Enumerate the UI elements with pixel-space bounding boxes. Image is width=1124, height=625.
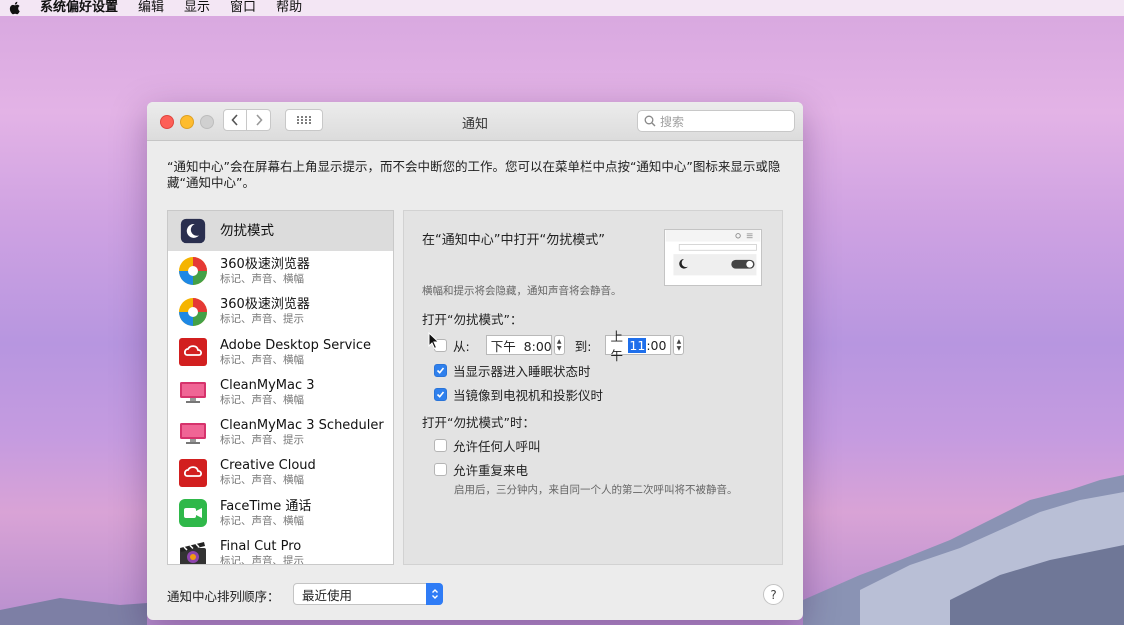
menu-bar: 系统偏好设置 编辑 显示 窗口 帮助 [0, 0, 1124, 16]
list-item[interactable]: CleanMyMac 3 标记、声音、横幅 [168, 372, 393, 412]
to-label: 到: [574, 338, 592, 354]
menu-item-help[interactable]: 帮助 [276, 0, 302, 16]
app-name: FaceTime 通话 [220, 498, 312, 514]
schedule-heading: 打开“勿扰模式”： [422, 312, 523, 327]
app-name: CleanMyMac 3 Scheduler [220, 418, 384, 434]
from-time-field[interactable]: 下午 8:00 [485, 335, 552, 355]
when-on-heading: 打开“勿扰模式”时： [422, 415, 535, 430]
repeat-calls-label: 允许重复来电 [453, 463, 529, 478]
search-icon [644, 115, 656, 127]
browser-360-icon [179, 257, 207, 286]
to-time-minutes: :00 [646, 337, 667, 353]
app-alert-types: 标记、声音、横幅 [220, 393, 304, 406]
allow-calls-label: 允许任何人呼叫 [453, 439, 541, 454]
apple-icon[interactable] [8, 1, 22, 15]
menu-item-system-preferences[interactable]: 系统偏好设置 [40, 0, 118, 16]
app-alert-types: 标记、声音、提示 [220, 555, 304, 565]
list-item-do-not-disturb[interactable]: 勿扰模式 [168, 211, 393, 252]
sleep-row: 当显示器进入睡眠状态时 [434, 361, 591, 380]
adobe-cc-icon [179, 338, 207, 367]
list-item[interactable]: Final Cut Pro 标记、声音、提示 [168, 533, 393, 565]
app-alert-types: 标记、声音、横幅 [220, 474, 304, 487]
repeat-calls-note: 启用后，三分钟内，来自同一个人的第二次呼叫将不被静音。 [454, 484, 738, 496]
select-arrows-icon [426, 583, 443, 605]
notification-center-preview [664, 229, 762, 286]
moon-icon [180, 219, 206, 244]
notifications-window: 通知 搜索 “通知中心”会在屏幕右上角显示提示，而不会中断您的工作。您可以在菜单… [147, 102, 803, 620]
final-cut-icon [180, 541, 206, 564]
app-name: 360极速浏览器 [220, 297, 310, 313]
app-name: Creative Cloud [220, 458, 316, 474]
description-text: “通知中心”会在屏幕右上角显示提示，而不会中断您的工作。您可以在菜单栏中点按“通… [167, 159, 781, 190]
app-name: Final Cut Pro [220, 539, 302, 555]
schedule-row: 从: 下午 8:00 ▲ ▼ 到: 上午 11:00 ▲ ▼ [434, 329, 685, 363]
browser-360-icon [179, 297, 207, 326]
allow-calls-checkbox[interactable] [434, 439, 447, 452]
checkmark-icon [436, 391, 445, 398]
mirror-label: 当镜像到电视机和投影仪时 [453, 388, 604, 403]
list-item[interactable]: Adobe Desktop Service 标记、声音、横幅 [168, 332, 393, 372]
adobe-cc-icon [179, 458, 207, 487]
to-time-stepper[interactable]: ▲ ▼ [673, 335, 685, 355]
to-time-ampm: 上午 [610, 329, 623, 363]
dnd-panel-note: 横幅和提示将会隐藏，通知声音将会静音。 [422, 285, 622, 297]
menu-item-window[interactable]: 窗口 [230, 0, 256, 16]
repeat-calls-row: 允许重复来电 [434, 460, 528, 479]
facetime-icon [179, 499, 207, 528]
from-time-value: 下午 8:00 [490, 338, 552, 354]
from-label: 从: [453, 338, 470, 354]
help-button[interactable]: ? [763, 584, 784, 605]
menu-item-edit[interactable]: 编辑 [138, 0, 164, 16]
search-placeholder: 搜索 [660, 114, 685, 129]
list-item[interactable]: FaceTime 通话 标记、声音、横幅 [168, 493, 393, 533]
list-item[interactable]: Creative Cloud 标记、声音、横幅 [168, 453, 393, 493]
app-name: 勿扰模式 [220, 223, 274, 240]
from-time-stepper[interactable]: ▲ ▼ [553, 335, 565, 355]
app-alert-types: 标记、声音、横幅 [220, 272, 304, 285]
app-alert-types: 标记、声音、提示 [220, 313, 304, 326]
cleanmymac-icon [180, 382, 206, 404]
to-time-hour[interactable]: 11 [628, 337, 647, 353]
list-item[interactable]: 360极速浏览器 标记、声音、横幅 [168, 251, 393, 291]
menu-item-view[interactable]: 显示 [184, 0, 210, 16]
cleanmymac-icon [180, 422, 206, 444]
sleep-checkbox[interactable] [434, 364, 447, 377]
mirror-checkbox[interactable] [434, 388, 447, 401]
dnd-panel-title: 在“通知中心”中打开“勿扰模式” [422, 233, 605, 248]
sort-order-label: 通知中心排列顺序： [167, 589, 280, 604]
search-field[interactable]: 搜索 [637, 110, 795, 132]
app-name: 360极速浏览器 [220, 256, 310, 272]
app-name: CleanMyMac 3 [220, 377, 315, 393]
sort-order-select[interactable]: 最近使用 [293, 583, 443, 605]
sort-order-value: 最近使用 [302, 587, 353, 603]
app-alert-types: 标记、声音、横幅 [220, 514, 304, 527]
list-item[interactable]: 360极速浏览器 标记、声音、提示 [168, 292, 393, 332]
to-time-field[interactable]: 上午 11:00 [605, 329, 672, 363]
app-alert-types: 标记、声音、横幅 [220, 353, 304, 366]
dnd-settings-panel: 在“通知中心”中打开“勿扰模式” 横幅和提示将会隐藏，通知声音将会静音。 打开“… [403, 210, 783, 565]
app-list[interactable]: 勿扰模式 360极速浏览器 标记、声音、横幅 360极速浏览器 标记、声音、提示… [167, 210, 394, 565]
title-bar: 通知 搜索 [147, 102, 803, 141]
app-alert-types: 标记、声音、提示 [220, 434, 304, 447]
list-item[interactable]: CleanMyMac 3 Scheduler 标记、声音、提示 [168, 412, 393, 452]
mirror-row: 当镜像到电视机和投影仪时 [434, 385, 603, 404]
sleep-label: 当显示器进入睡眠状态时 [453, 364, 591, 379]
app-name: Adobe Desktop Service [220, 337, 372, 353]
checkmark-icon [436, 367, 445, 374]
mouse-pointer-icon [428, 332, 440, 350]
allow-calls-row: 允许任何人呼叫 [434, 436, 541, 455]
repeat-calls-checkbox[interactable] [434, 463, 447, 476]
